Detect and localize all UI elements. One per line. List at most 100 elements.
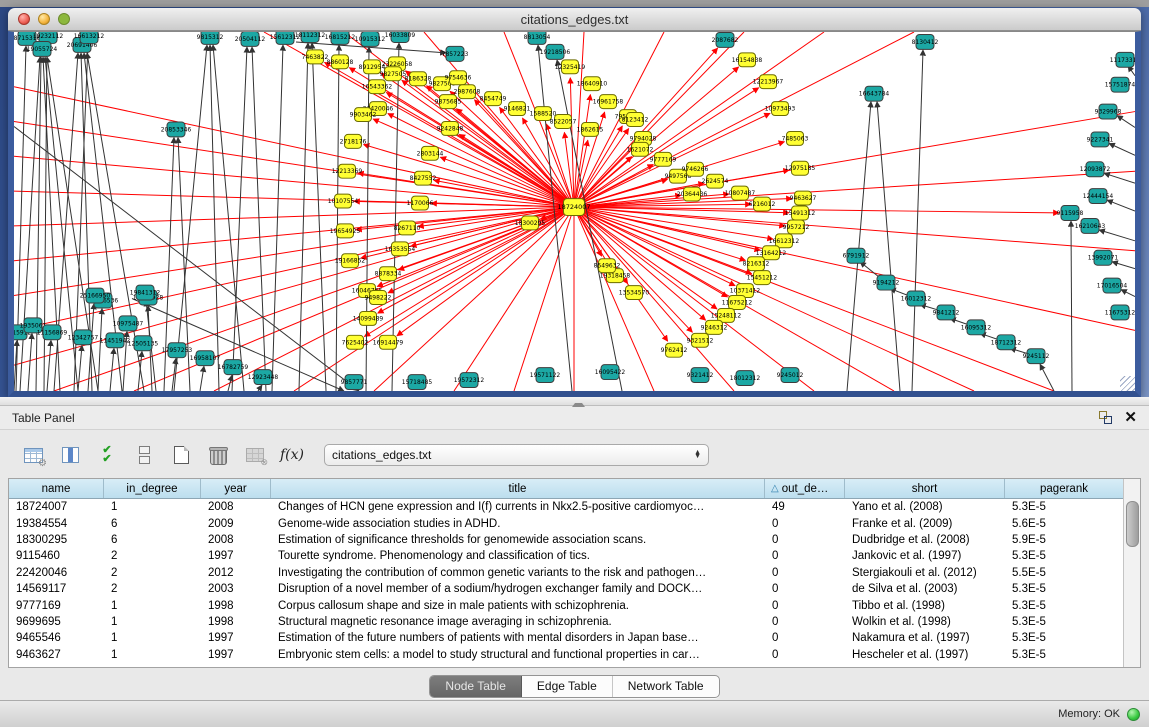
table-row[interactable]: 911546021997Tourette syndrome. Phenomeno… <box>9 548 1140 564</box>
graph-node[interactable]: 16095422 <box>595 365 626 380</box>
graph-node[interactable]: 16154838 <box>732 53 763 67</box>
table-row[interactable]: 1456911722003Disruption of a novel membe… <box>9 581 1140 597</box>
graph-node[interactable]: 13534570 <box>619 286 650 300</box>
graph-node[interactable]: 2987608 <box>454 85 481 99</box>
maximize-window-icon[interactable] <box>58 13 70 25</box>
graph-node[interactable]: 1862615 <box>577 122 604 136</box>
graph-node[interactable]: 16012312 <box>901 291 932 306</box>
graph-node[interactable]: 18012312 <box>730 371 761 386</box>
panel-divider[interactable] <box>0 397 1149 406</box>
select-all-button[interactable]: ✔✔ <box>90 440 124 470</box>
graph-node[interactable]: 16961758 <box>593 95 624 109</box>
table-row[interactable]: 969969511998Structural magnetic resonanc… <box>9 614 1140 630</box>
graph-node[interactable]: 9245112 <box>1023 349 1050 364</box>
column-header-outde[interactable]: △out_de… <box>765 479 845 498</box>
graph-node[interactable]: 9857771 <box>341 375 368 390</box>
table-row[interactable]: 1872400712008Changes of HCN gene express… <box>9 499 1140 515</box>
graph-node[interactable]: 7625402 <box>342 335 369 349</box>
graph-node[interactable]: 16210643 <box>1075 218 1106 233</box>
column-header-indegree[interactable]: in_degree <box>104 479 201 498</box>
graph-node[interactable]: 7485063 <box>782 131 809 145</box>
graph-node[interactable]: 9841212 <box>933 305 960 320</box>
graph-node[interactable]: 12213369 <box>332 164 363 178</box>
graph-node[interactable]: 9146821 <box>504 102 531 116</box>
graph-node[interactable]: 16095312 <box>961 320 992 335</box>
graph-node[interactable]: 8860128 <box>327 55 354 69</box>
network-canvas[interactable]: 7463822886012889129542322605898275058186… <box>14 32 1135 391</box>
graph-node[interactable]: 19571122 <box>530 368 561 383</box>
unmerge-rows-button[interactable] <box>127 440 161 470</box>
graph-node[interactable]: 9815312 <box>197 32 224 44</box>
new-table-button[interactable] <box>164 440 198 470</box>
graph-node[interactable]: 1170066 <box>407 196 434 210</box>
table-settings-button[interactable]: ⚙ <box>16 440 50 470</box>
window-resize-grip[interactable] <box>1120 376 1135 391</box>
graph-node[interactable]: 19218506 <box>540 44 571 59</box>
graph-node[interactable]: 10807487 <box>725 186 756 200</box>
column-header-year[interactable]: year <box>201 479 271 498</box>
graph-node[interactable]: 20504112 <box>235 32 266 46</box>
graph-node[interactable]: 9957212 <box>783 220 810 234</box>
graph-node[interactable]: 7463822 <box>302 50 329 64</box>
graph-node[interactable]: 2087682 <box>712 32 739 47</box>
graph-node[interactable]: 16914479 <box>373 335 404 349</box>
vertical-scrollbar[interactable] <box>1123 479 1140 667</box>
graph-node[interactable]: 2624574 <box>702 174 729 188</box>
column-header-pagerank[interactable]: pagerank <box>1005 479 1124 498</box>
import-table-button[interactable]: ⊗ <box>238 440 272 470</box>
network-window-titlebar[interactable]: citations_edges.txt <box>8 8 1141 31</box>
graph-node[interactable]: 16643784 <box>859 86 890 101</box>
graph-node[interactable]: 16815212 <box>325 32 356 44</box>
graph-node[interactable]: 16958107 <box>190 351 221 366</box>
column-header-short[interactable]: short <box>845 479 1005 498</box>
graph-node[interactable]: 8130412 <box>912 34 939 49</box>
table-row[interactable]: 946554611997Estimation of the future num… <box>9 630 1140 646</box>
delete-table-button[interactable] <box>201 440 235 470</box>
graph-node[interactable]: 13992071 <box>1088 250 1119 265</box>
graph-node[interactable]: 9329968 <box>1095 104 1122 119</box>
graph-node[interactable]: 19572312 <box>454 373 485 388</box>
graph-node[interactable]: 15451212 <box>747 271 778 285</box>
column-header-title[interactable]: title <box>271 479 765 498</box>
graph-node[interactable]: 9115958 <box>1057 206 1084 221</box>
close-panel-icon[interactable]: ✕ <box>1124 411 1137 425</box>
graph-node[interactable]: 12505135 <box>128 336 159 351</box>
table-row[interactable]: 2242004622012Investigating the contribut… <box>9 565 1140 581</box>
table-row[interactable]: 946362711997Embryonic stem cells: a mode… <box>9 647 1140 663</box>
float-panel-icon[interactable] <box>1099 411 1112 424</box>
graph-node[interactable]: 9762412 <box>661 343 688 357</box>
column-header-name[interactable]: name <box>9 479 104 498</box>
graph-node[interactable]: 9242848 <box>437 122 464 136</box>
graph-node[interactable]: 2718176 <box>340 134 367 148</box>
tab-node-table[interactable]: Node Table <box>430 676 522 697</box>
graph-node[interactable]: 12975185 <box>785 161 816 175</box>
graph-node[interactable]: 8813054 <box>524 32 551 44</box>
divider-handle-icon[interactable] <box>572 399 585 407</box>
graph-node[interactable]: 15491312 <box>785 206 816 220</box>
close-window-icon[interactable] <box>18 13 30 25</box>
table-row[interactable]: 977716911998Corpus callosum shape and si… <box>9 597 1140 613</box>
table-row[interactable]: 1830029562008Estimation of significance … <box>9 532 1140 548</box>
function-builder-button[interactable]: f(x) <box>275 440 309 470</box>
graph-node[interactable]: 8427552 <box>410 171 437 185</box>
graph-node[interactable]: 18712312 <box>991 335 1022 350</box>
graph-node[interactable]: 6791912 <box>843 248 870 263</box>
graph-node[interactable]: 12213967 <box>753 75 784 89</box>
scrollbar-thumb[interactable] <box>1126 501 1139 547</box>
graph-node[interactable]: 9875685 <box>435 95 462 109</box>
graph-node[interactable]: 11173312 <box>1110 52 1135 67</box>
graph-node[interactable]: 9777169 <box>650 152 677 166</box>
graph-node[interactable]: 16782759 <box>218 360 249 375</box>
graph-node[interactable]: 19654925 <box>330 224 361 238</box>
tab-edge-table[interactable]: Edge Table <box>522 676 613 697</box>
table-row[interactable]: 1938455462009Genome-wide association stu… <box>9 515 1140 531</box>
graph-node[interactable]: 7857223 <box>442 46 469 61</box>
graph-node[interactable]: 10975487 <box>113 316 144 331</box>
graph-node[interactable]: 15718485 <box>402 375 433 390</box>
graph-node[interactable]: 9321412 <box>687 368 714 383</box>
network-view-window[interactable]: citations_edges.txt 74638228860128891295… <box>8 8 1141 397</box>
graph-node[interactable]: 9321512 <box>687 333 714 347</box>
table-selector-dropdown[interactable]: citations_edges.txt ▲▼ <box>324 444 709 466</box>
graph-node[interactable]: 10107554 <box>328 194 359 208</box>
graph-node[interactable]: 9227341 <box>1087 132 1114 147</box>
